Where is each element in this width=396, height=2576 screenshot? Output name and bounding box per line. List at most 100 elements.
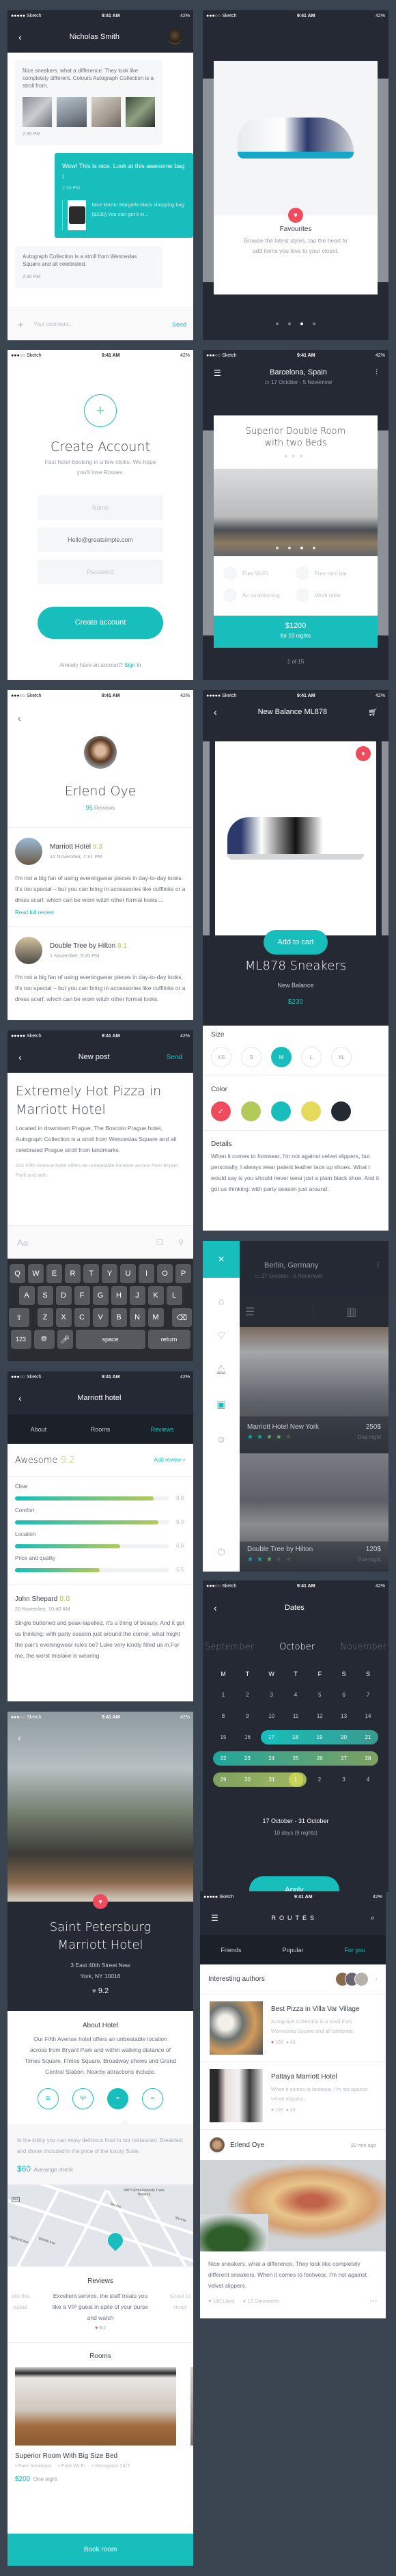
calendar-day[interactable]: 12 <box>309 1713 330 1719</box>
key-x[interactable]: X <box>55 1308 72 1327</box>
calendar-day[interactable]: 10 <box>261 1713 283 1719</box>
tab-for-you[interactable]: For you <box>324 1947 386 1954</box>
restaurant-icon[interactable]: Ψ <box>72 2088 94 2109</box>
month-current[interactable]: October <box>279 1642 315 1652</box>
user-icon[interactable]: ☺ <box>203 1434 240 1444</box>
calendar-day[interactable]: 2 <box>236 1692 258 1698</box>
tab-popular[interactable]: Popular <box>262 1947 324 1954</box>
room-card[interactable]: Superior Room With Big Size Bed • Free b… <box>8 2360 193 2484</box>
back-icon[interactable]: ‹ <box>18 1732 21 1743</box>
calendar-day[interactable]: 14 <box>357 1713 379 1719</box>
key-e[interactable]: E <box>46 1264 62 1283</box>
hotel-card[interactable]: Double Tree by Hilton ★ ★ ★ ★ ★ 120$ One nig… <box>240 1453 388 1572</box>
password-field[interactable]: Password <box>38 560 163 584</box>
shift-key[interactable]: ⇧ <box>9 1308 29 1327</box>
calendar-day[interactable]: 24 <box>261 1755 283 1762</box>
tab-about[interactable]: About <box>8 1426 70 1433</box>
hotel-name[interactable]: Double Tree by Hilton <box>50 942 115 950</box>
calendar-day[interactable]: 4 <box>357 1777 379 1783</box>
heart-icon[interactable]: ♡ <box>203 1330 240 1341</box>
calendar-day[interactable]: 17 <box>264 1730 279 1744</box>
room-service-icon[interactable]: ◓ <box>107 2088 128 2109</box>
post-item[interactable]: Pattaya Marriott Hotel When it comes to … <box>200 2062 386 2129</box>
sign-in-link[interactable]: Sign in <box>124 662 141 668</box>
prev-card[interactable] <box>203 79 214 282</box>
comment-input[interactable]: Your comment... <box>33 321 172 327</box>
heart-icon[interactable]: ♥ <box>271 2108 274 2113</box>
size-option-l[interactable]: L <box>301 1047 322 1067</box>
calendar-day[interactable]: 19 <box>309 1734 330 1740</box>
search-icon[interactable]: ⌕ <box>371 1914 375 1923</box>
filter-icon[interactable]: ⫶ <box>377 1261 379 1279</box>
calendar-day[interactable]: 3 <box>261 1692 283 1698</box>
color-swatch[interactable]: ✓ <box>211 1101 231 1121</box>
interesting-authors[interactable]: Interesting authors › <box>200 1964 386 1994</box>
close-menu-button[interactable]: ✕ <box>203 1241 240 1278</box>
menu-icon[interactable]: ☰ <box>214 368 221 385</box>
map-view-icon[interactable]: ▥ <box>314 1305 388 1319</box>
calendar-day[interactable]: 26 <box>309 1755 330 1762</box>
key-y[interactable]: Y <box>102 1264 117 1283</box>
color-swatch[interactable] <box>301 1101 321 1121</box>
key-g[interactable]: G <box>92 1286 109 1305</box>
pool-icon[interactable]: ≈ <box>142 2088 163 2109</box>
color-swatch[interactable] <box>241 1101 261 1121</box>
next-card[interactable] <box>378 79 388 282</box>
reviews-carousel[interactable]: ate the salad Excellent service, the sta… <box>8 2290 193 2335</box>
name-field[interactable]: Name <box>38 495 163 520</box>
key-m[interactable]: M <box>147 1308 164 1327</box>
mic-icon[interactable]: 🎤︎ <box>57 1330 73 1349</box>
key-r[interactable]: R <box>65 1264 81 1283</box>
key-u[interactable]: U <box>120 1264 136 1283</box>
key-s[interactable]: S <box>37 1286 53 1305</box>
bell-icon[interactable]: 🔔︎ <box>203 1365 240 1375</box>
home-icon[interactable]: ⌂ <box>203 1296 240 1306</box>
author-avatar[interactable] <box>354 1972 369 1986</box>
calendar-day[interactable]: 23 <box>236 1755 258 1762</box>
key-v[interactable]: V <box>92 1308 109 1327</box>
calendar-day[interactable]: 20 <box>333 1734 355 1740</box>
prev-card[interactable] <box>203 430 214 635</box>
tab-friends[interactable]: Friends <box>200 1947 262 1954</box>
size-option-s[interactable]: S <box>241 1047 261 1067</box>
cart-icon[interactable]: 🛒︎ <box>368 708 378 717</box>
calendar-day[interactable]: 29 <box>212 1777 234 1783</box>
suitcase-icon[interactable]: ▣ <box>203 1399 240 1410</box>
key-i[interactable]: I <box>139 1264 154 1283</box>
tab-rooms[interactable]: Rooms <box>70 1426 132 1433</box>
calendar-day[interactable]: 21 <box>357 1734 379 1740</box>
calendar-day[interactable]: 1 <box>212 1692 234 1698</box>
text-format-button[interactable]: Aa <box>17 1237 156 1248</box>
add-review-button[interactable]: Add review + <box>154 1457 186 1463</box>
calendar-day[interactable]: 11 <box>285 1713 307 1719</box>
size-option-xs[interactable]: XS <box>211 1047 231 1067</box>
post-headline[interactable]: Extremely Hot Pizza in Marriott Hotel <box>16 1082 185 1119</box>
calendar-day[interactable]: 5 <box>309 1692 330 1698</box>
price-button[interactable]: $1200 for 10 nights <box>214 616 378 648</box>
color-swatch[interactable] <box>331 1101 351 1121</box>
heart-icon[interactable]: ♥ <box>271 2040 274 2045</box>
key-j[interactable]: J <box>129 1286 145 1305</box>
attachment-photo[interactable] <box>91 97 121 127</box>
list-view-icon[interactable]: ☰ <box>240 1305 314 1319</box>
tab-reviews[interactable]: Reviews <box>131 1426 193 1433</box>
calendar-day[interactable]: 16 <box>237 1734 259 1740</box>
comment-button[interactable]: ● 12 Comments <box>243 2298 370 2304</box>
space-key[interactable]: space <box>75 1330 145 1349</box>
calendar-day[interactable]: 31 <box>261 1777 283 1783</box>
key-z[interactable]: Z <box>37 1308 53 1327</box>
back-icon[interactable]: ‹ <box>18 713 21 724</box>
apply-button[interactable]: Apply <box>249 1876 339 1892</box>
power-icon[interactable]: ⏻ <box>203 1546 240 1558</box>
add-avatar-icon[interactable]: + <box>84 394 117 427</box>
key-k[interactable]: K <box>147 1286 164 1305</box>
like-button[interactable]: ♥ 180 Likes <box>208 2298 235 2304</box>
key-q[interactable]: Q <box>10 1264 25 1283</box>
wifi-icon[interactable]: ≋ <box>38 2088 59 2109</box>
send-button[interactable]: Send <box>172 321 186 328</box>
create-account-button[interactable]: Create account <box>38 607 163 639</box>
month-prev[interactable]: September <box>205 1642 254 1652</box>
send-button[interactable]: Send <box>167 1054 182 1061</box>
calendar-day[interactable]: 25 <box>285 1755 307 1762</box>
calendar-day[interactable]: 27 <box>333 1755 355 1762</box>
